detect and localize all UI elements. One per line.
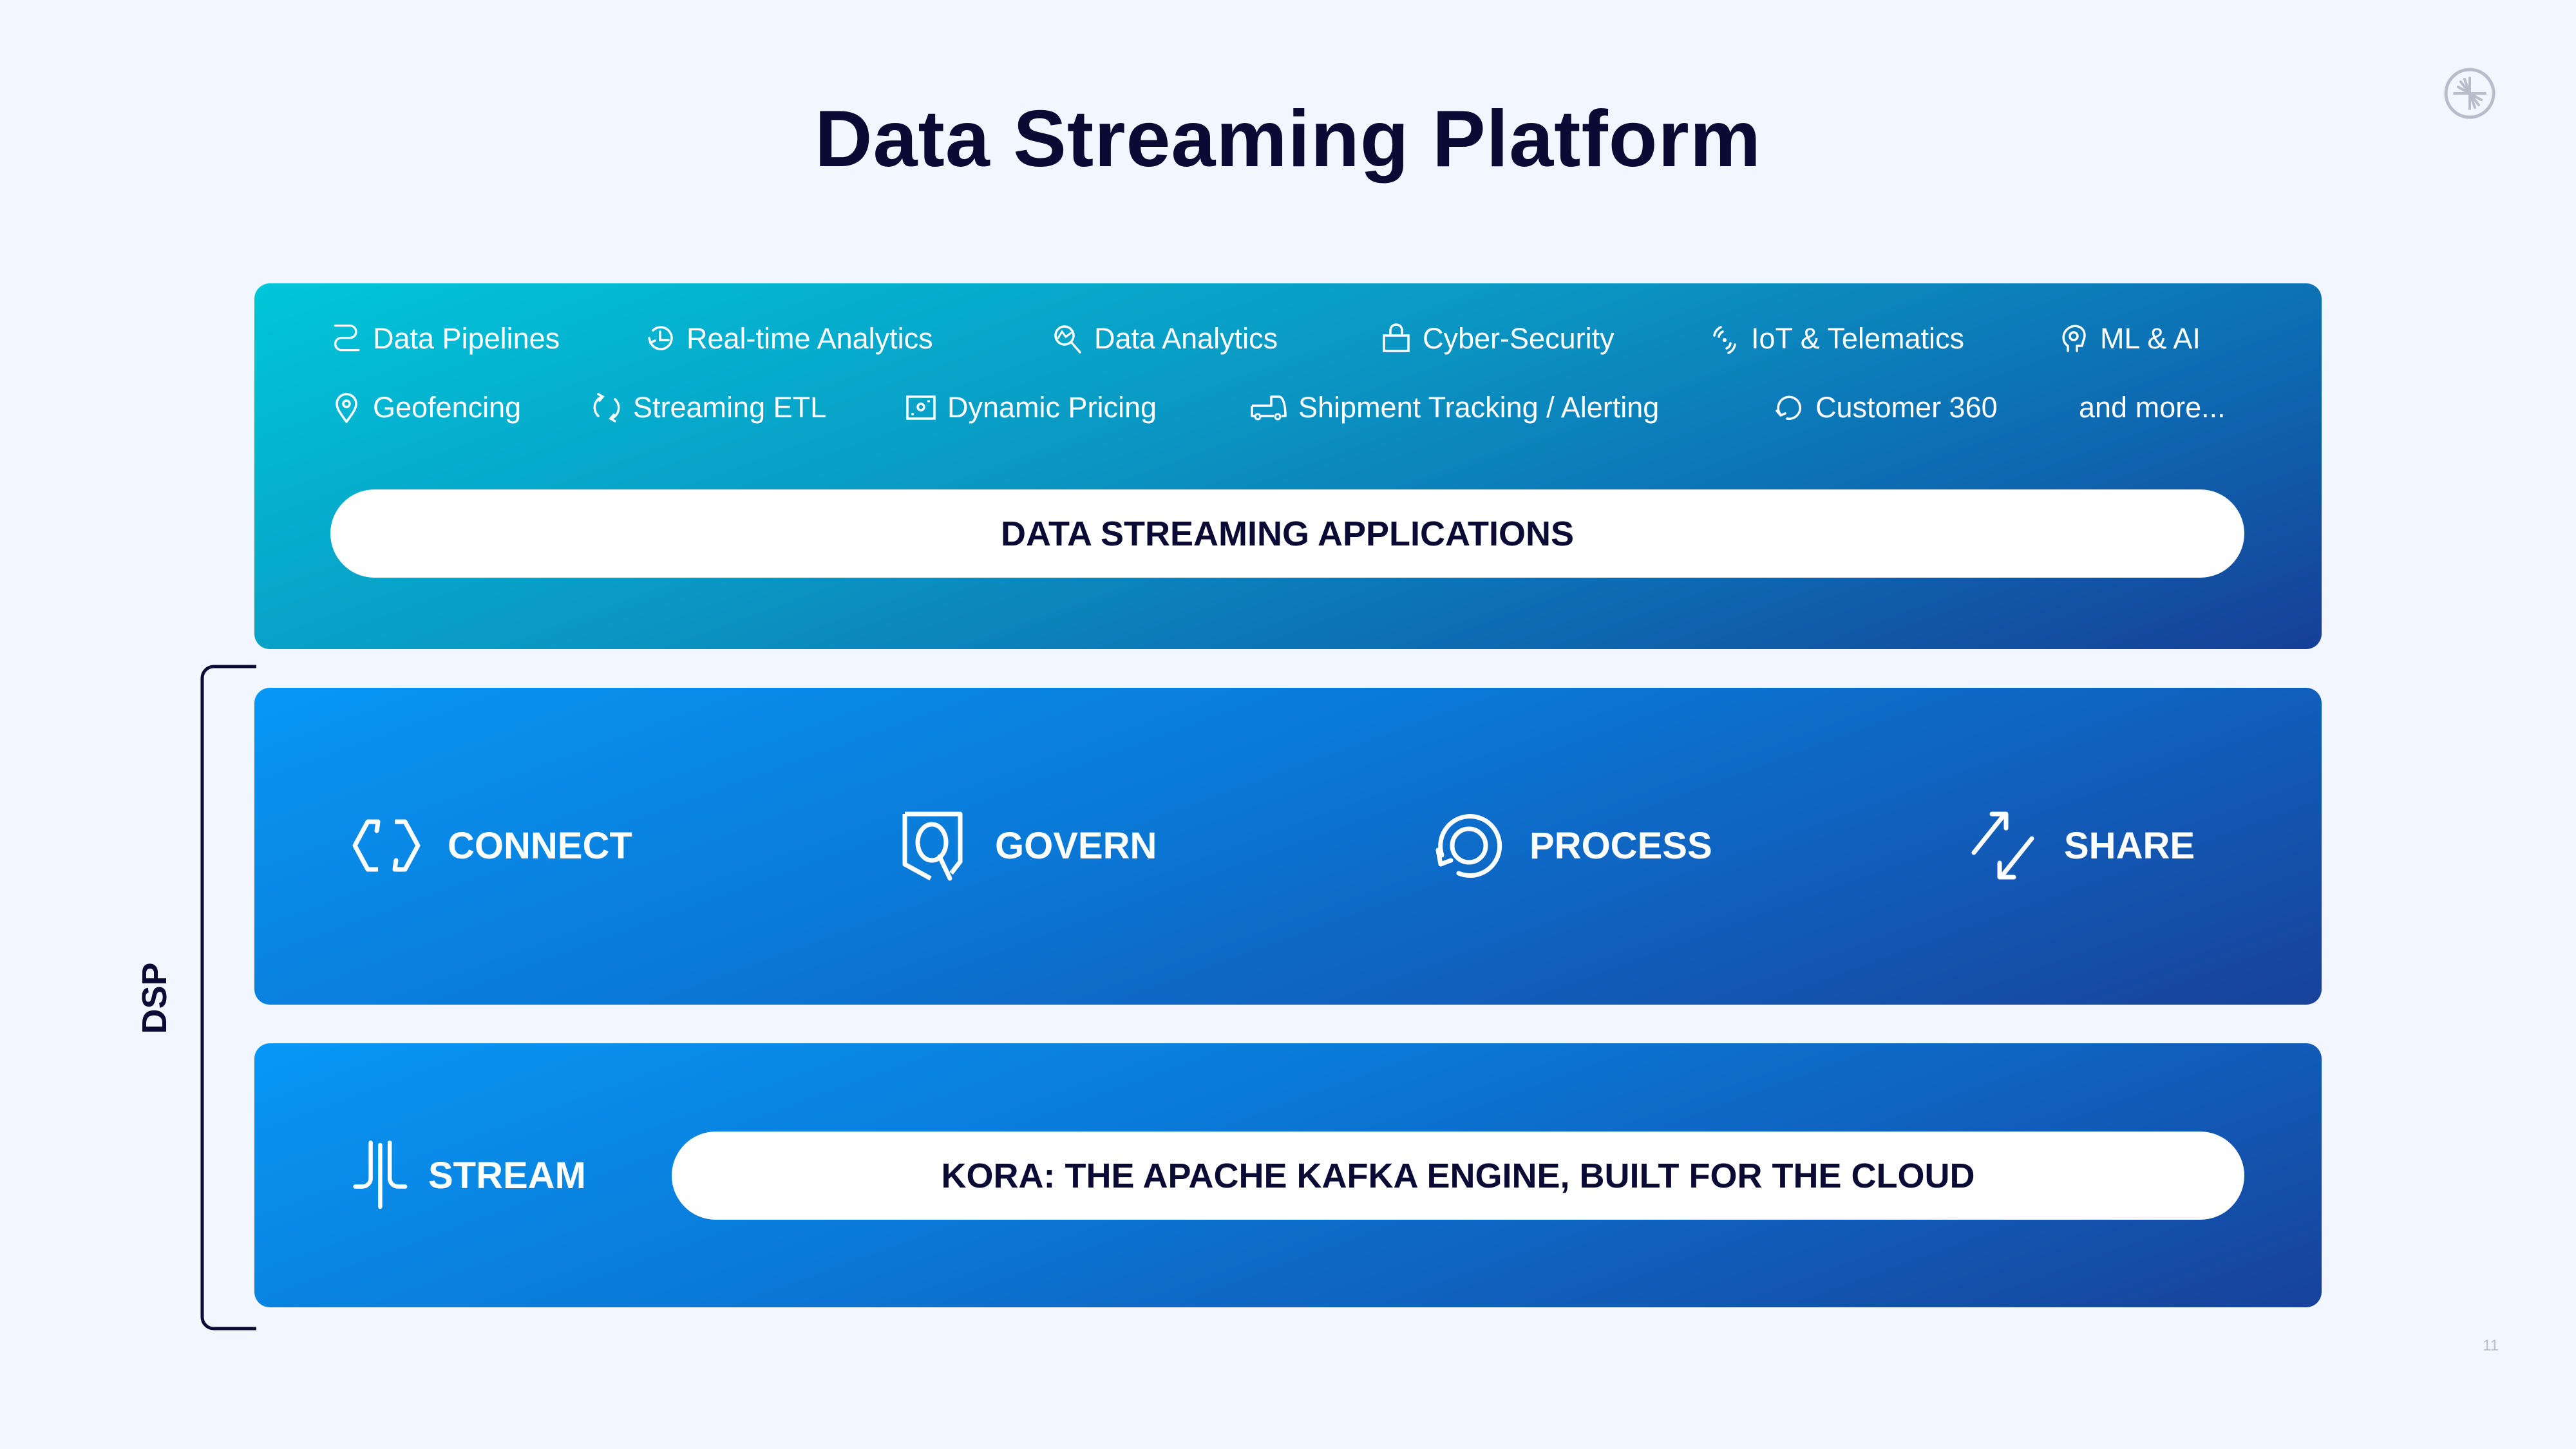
stream-section: STREAM <box>345 1133 586 1217</box>
app-label: Geofencing <box>373 391 522 424</box>
app-label: Data Analytics <box>1094 322 1278 355</box>
app-geofencing: Geofencing <box>330 391 521 424</box>
price-tag-icon <box>906 395 936 420</box>
stream-label: STREAM <box>428 1154 586 1197</box>
cycle-arrows-icon <box>593 393 620 422</box>
capability-govern: GOVERN <box>892 804 1157 887</box>
lock-icon <box>1383 323 1410 352</box>
shield-search-icon <box>902 811 963 881</box>
app-label: Dynamic Pricing <box>947 391 1157 424</box>
banner-label: KORA: THE APACHE KAFKA ENGINE, BUILT FOR… <box>941 1156 1975 1195</box>
app-ml-ai: ML & AI <box>2058 322 2201 355</box>
app-label: Customer 360 <box>1815 391 1998 424</box>
signal-icon <box>1713 326 1736 354</box>
app-label: IoT & Telematics <box>1751 322 1964 355</box>
data-streaming-applications-banner: DATA STREAMING APPLICATIONS <box>330 489 2244 578</box>
confluent-logo-icon <box>2444 68 2496 119</box>
capability-label: PROCESS <box>1530 824 1712 867</box>
app-label: Real-time Analytics <box>687 322 933 355</box>
app-data-analytics: Data Analytics <box>1052 322 1278 355</box>
dsp-label: DSP <box>135 962 174 1034</box>
app-label: Cyber-Security <box>1423 322 1615 355</box>
applications-panel: Data Pipelines Real-time Analytics Data … <box>254 283 2322 649</box>
app-label: ML & AI <box>2100 322 2201 355</box>
capability-connect: CONNECT <box>345 804 632 887</box>
hexagon-connect-icon <box>352 819 421 872</box>
app-streaming-etl: Streaming ETL <box>591 391 826 424</box>
app-cyber-security: Cyber-Security <box>1380 322 1615 355</box>
magnifier-chart-icon <box>1054 325 1081 354</box>
circle-arrow-icon <box>1776 395 1801 421</box>
map-pin-icon <box>336 393 357 423</box>
app-iot-telematics: IoT & Telematics <box>1709 322 1964 355</box>
app-label: Streaming ETL <box>633 391 827 424</box>
app-label: and more... <box>2079 391 2226 424</box>
dsp-bracket <box>200 665 256 1331</box>
app-label: Shipment Tracking / Alerting <box>1298 391 1660 424</box>
capability-label: CONNECT <box>448 824 632 867</box>
kora-engine-banner: KORA: THE APACHE KAFKA ENGINE, BUILT FOR… <box>672 1132 2244 1220</box>
page-title: Data Streaming Platform <box>814 95 1761 184</box>
capability-label: SHARE <box>2064 824 2195 867</box>
page-number: 11 <box>2483 1337 2499 1354</box>
process-cycle-icon <box>1435 814 1502 878</box>
app-label: Data Pipelines <box>373 322 560 355</box>
banner-label: DATA STREAMING APPLICATIONS <box>1001 514 1574 553</box>
truck-icon <box>1251 395 1287 421</box>
stream-lines-icon <box>353 1141 408 1209</box>
app-data-pipelines: Data Pipelines <box>330 322 560 355</box>
capability-share: SHARE <box>1961 804 2195 887</box>
capability-process: PROCESS <box>1426 804 1712 887</box>
app-real-time-analytics: Real-time Analytics <box>644 322 933 355</box>
app-shipment-tracking: Shipment Tracking / Alerting <box>1249 391 1659 424</box>
app-customer-360: Customer 360 <box>1773 391 1998 424</box>
pipeline-icon <box>334 324 360 352</box>
capability-label: GOVERN <box>995 824 1157 867</box>
capabilities-panel: CONNECT GOVERN PROCESS SHARE <box>254 688 2322 1005</box>
app-dynamic-pricing: Dynamic Pricing <box>905 391 1157 424</box>
clock-refresh-icon <box>648 326 673 350</box>
head-icon <box>2062 325 2086 352</box>
stream-panel: STREAM KORA: THE APACHE KAFKA ENGINE, BU… <box>254 1043 2322 1307</box>
app-and-more: and more... <box>2079 391 2226 424</box>
share-arrows-icon <box>1971 811 2034 880</box>
